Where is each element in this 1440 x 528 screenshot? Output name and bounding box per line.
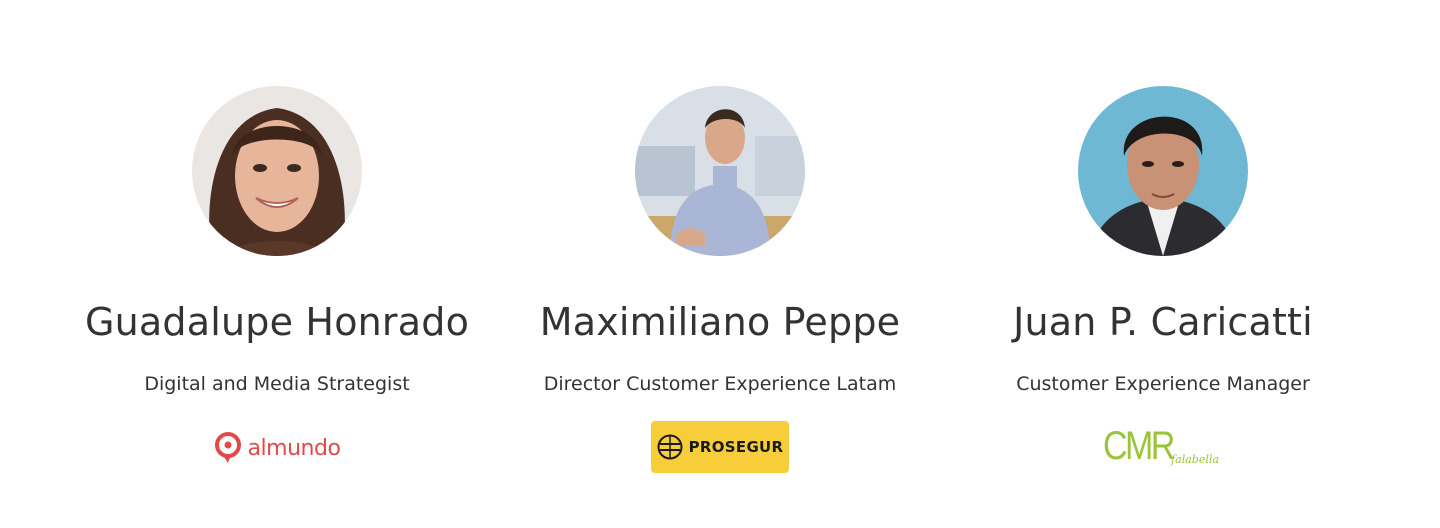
- almundo-pin-icon: [214, 432, 241, 463]
- almundo-logo-text: almundo: [247, 435, 341, 461]
- prosegur-globe-icon: [657, 434, 683, 460]
- prosegur-logo: PROSEGUR: [651, 421, 789, 473]
- member-role: Director Customer Experience Latam: [543, 373, 897, 395]
- falabella-logo-text: falabella: [1171, 453, 1219, 466]
- cmr-falabella-logo: CMR falabella: [1103, 422, 1233, 474]
- member-role: Customer Experience Manager: [1016, 373, 1310, 395]
- almundo-logo: almundo: [212, 428, 342, 468]
- avatar-photo: [1078, 86, 1248, 256]
- cmr-logo-text: CMR: [1103, 424, 1175, 468]
- member-name: Maximiliano Peppe: [539, 300, 901, 344]
- avatar-photo: [635, 86, 805, 256]
- team-member-card: Juan P. Caricatti Customer Experience Ma…: [943, 0, 1383, 528]
- team-member-card: Guadalupe Honrado Digital and Media Stra…: [57, 0, 497, 528]
- prosegur-logo-text: PROSEGUR: [688, 438, 784, 456]
- member-name: Guadalupe Honrado: [84, 300, 470, 344]
- member-role: Digital and Media Strategist: [144, 373, 410, 395]
- avatar-photo: [192, 86, 362, 256]
- member-name: Juan P. Caricatti: [1013, 300, 1313, 344]
- team-member-card: Maximiliano Peppe Director Customer Expe…: [500, 0, 940, 528]
- team-section: Guadalupe Honrado Digital and Media Stra…: [0, 0, 1440, 528]
